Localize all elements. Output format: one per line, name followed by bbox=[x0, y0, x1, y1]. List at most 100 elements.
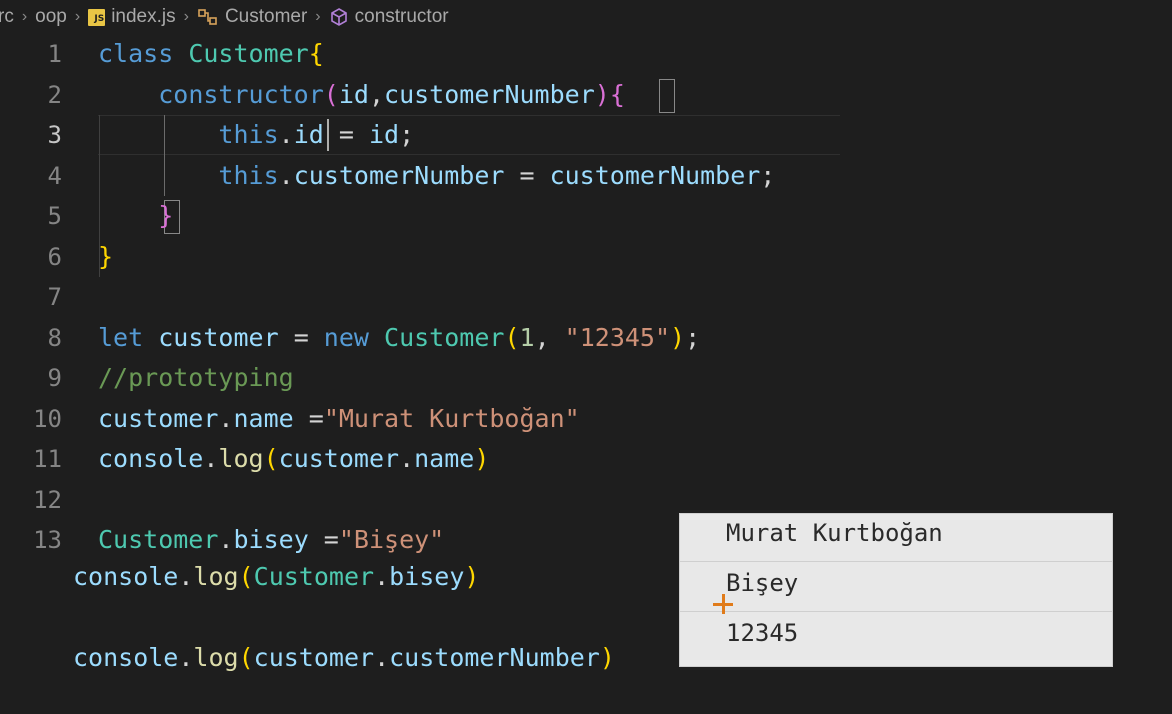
breadcrumb-item-rc[interactable]: rc bbox=[0, 6, 14, 28]
line-number: 10 bbox=[33, 404, 62, 433]
code-token: ( bbox=[263, 444, 279, 473]
code-line: let customer = new Customer(1, "12345"); bbox=[98, 318, 700, 359]
code-token: Customer bbox=[188, 39, 309, 68]
code-token: ; bbox=[685, 322, 701, 352]
code-token: } bbox=[98, 241, 114, 271]
code-token: = bbox=[293, 403, 324, 433]
code-token: { bbox=[308, 39, 324, 68]
line-number: 7 bbox=[47, 283, 62, 311]
line-number: 1 bbox=[47, 40, 62, 68]
line-number: 6 bbox=[47, 242, 62, 271]
code-line: console.log(customer.name) bbox=[98, 439, 489, 480]
code-token: . bbox=[178, 562, 194, 591]
code-line: console.log(Customer.bisey) bbox=[73, 557, 479, 598]
code-token: console bbox=[73, 562, 179, 591]
code-token: } bbox=[158, 201, 174, 230]
code-token: , bbox=[534, 322, 565, 352]
code-token: let bbox=[98, 322, 159, 352]
code-token: ) bbox=[594, 79, 610, 109]
line-number: 9 bbox=[47, 364, 62, 392]
code-token: . bbox=[218, 403, 234, 433]
code-line: class Customer{ bbox=[98, 34, 324, 75]
code-line: //prototyping bbox=[98, 358, 294, 399]
code-token: customer bbox=[98, 403, 219, 433]
code-token: customerNumber bbox=[384, 79, 595, 109]
code-token: Customer bbox=[98, 525, 219, 554]
code-token: = bbox=[308, 525, 339, 554]
code-token: 1 bbox=[519, 322, 535, 352]
code-token: Customer bbox=[384, 322, 505, 352]
code-token: id bbox=[368, 120, 400, 149]
js-file-icon: JS bbox=[88, 8, 106, 26]
code-token: ) bbox=[599, 643, 615, 672]
code-token: customerNumber bbox=[389, 643, 600, 672]
chevron-right-icon: › bbox=[21, 8, 28, 25]
code-line: } bbox=[98, 237, 113, 278]
code-token: . bbox=[278, 160, 294, 190]
code-token: customer bbox=[253, 643, 375, 672]
code-line: this.id = id; bbox=[98, 115, 414, 156]
console-output-panel: Murat Kurtboğan Bişey 12345 bbox=[679, 513, 1113, 667]
code-token: ) bbox=[464, 562, 480, 591]
code-token: . bbox=[278, 120, 294, 149]
breadcrumb-item-constructor[interactable]: constructor bbox=[329, 6, 449, 28]
breadcrumb-item-index-js[interactable]: JS index.js bbox=[88, 6, 176, 28]
pointer-crosshair-icon bbox=[713, 594, 733, 614]
code-line: Customer.bisey ="Bişey" bbox=[98, 520, 444, 561]
code-token: ) bbox=[670, 322, 686, 352]
code-token: . bbox=[178, 643, 194, 672]
code-token: "Bişey" bbox=[338, 525, 445, 554]
bracket-match-highlight bbox=[659, 79, 675, 113]
code-line: customer.name ="Murat Kurtboğan" bbox=[98, 399, 580, 440]
chevron-right-icon: › bbox=[183, 8, 189, 25]
line-number: 11 bbox=[33, 445, 62, 473]
code-token: . bbox=[218, 525, 234, 554]
class-icon bbox=[198, 9, 217, 25]
code-token: , bbox=[368, 79, 385, 109]
code-token: ( bbox=[323, 79, 339, 109]
code-token: ) bbox=[474, 444, 490, 473]
code-token: id bbox=[338, 79, 369, 109]
code-token: class bbox=[98, 39, 189, 68]
code-token: . bbox=[374, 562, 390, 591]
breadcrumb: rc › oop › JS index.js › Customer › cons… bbox=[0, 0, 1172, 34]
code-token: = bbox=[504, 160, 550, 190]
code-token: customerNumber bbox=[549, 160, 761, 190]
code-token: this bbox=[218, 160, 279, 190]
code-token: "Murat Kurtboğan" bbox=[323, 403, 580, 433]
line-number: 5 bbox=[47, 202, 62, 230]
line-number: 8 bbox=[47, 323, 62, 352]
code-token: Customer bbox=[253, 562, 375, 591]
code-token: bisey bbox=[233, 525, 309, 554]
console-output-line: Bişey bbox=[680, 564, 1112, 612]
line-number: 2 bbox=[47, 80, 62, 109]
console-output-line: 12345 bbox=[726, 619, 799, 647]
code-token: customer bbox=[158, 322, 279, 352]
code-token: . bbox=[203, 444, 219, 473]
code-line: } bbox=[98, 196, 173, 237]
code-token: ( bbox=[238, 643, 254, 672]
code-token: //prototyping bbox=[98, 363, 294, 392]
code-token: { bbox=[609, 79, 625, 109]
code-token: customer bbox=[278, 444, 400, 473]
code-token: log bbox=[218, 444, 264, 473]
code-token: = bbox=[323, 120, 369, 149]
breadcrumb-item-oop[interactable]: oop bbox=[35, 6, 67, 28]
method-cube-icon bbox=[330, 8, 347, 26]
code-token: log bbox=[193, 643, 239, 672]
code-token: "12345" bbox=[564, 322, 671, 352]
code-token: name bbox=[414, 444, 475, 473]
code-line: console.log(customer.customerNumber) bbox=[73, 638, 615, 679]
code-token: ; bbox=[399, 120, 415, 149]
line-number: 4 bbox=[47, 161, 62, 190]
console-output-line: Murat Kurtboğan bbox=[680, 514, 1112, 562]
code-token: name bbox=[233, 403, 294, 433]
code-token: . bbox=[399, 444, 415, 473]
code-token: = bbox=[278, 322, 324, 352]
code-token: console bbox=[73, 643, 179, 672]
breadcrumb-item-customer[interactable]: Customer bbox=[197, 6, 307, 28]
code-token: customerNumber bbox=[293, 160, 505, 190]
chevron-right-icon: › bbox=[315, 8, 321, 25]
